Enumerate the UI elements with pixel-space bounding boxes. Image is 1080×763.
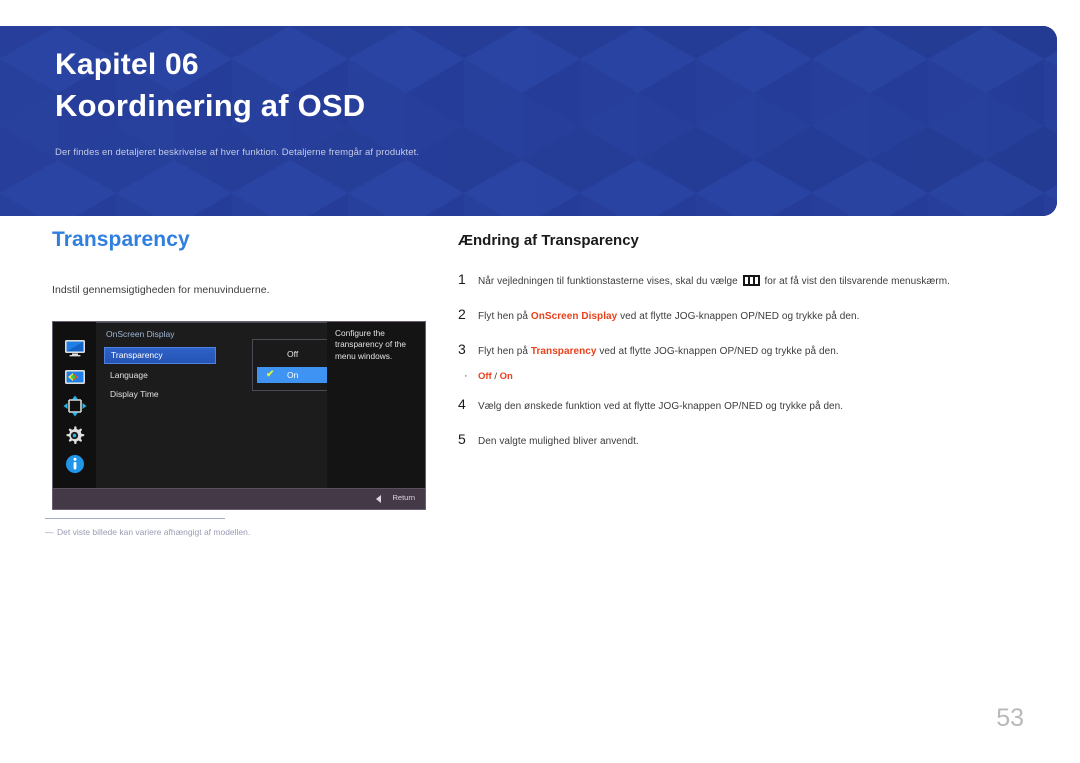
osd-menu-item-transparency[interactable]: Transparency	[104, 347, 216, 364]
option-separator: /	[491, 371, 500, 382]
checkmark-icon: ✔	[266, 369, 275, 380]
bullet-dot: ·	[464, 370, 468, 382]
step-text-post: for at få vist den tilsvarende menuskærm…	[764, 276, 950, 287]
step-text: Vælg den ønskede funktion ved at flytte …	[478, 401, 844, 412]
procedure-title: Ændring af Transparency	[458, 232, 639, 249]
function-key-icon	[742, 275, 760, 286]
footnote-divider	[45, 518, 225, 519]
osd-return-bar: Return	[53, 488, 425, 509]
step-text: Når vejledningen til funktionstasterne v…	[478, 274, 950, 289]
monitor-icon[interactable]	[63, 336, 87, 360]
osd-submenu-option-label: Off	[287, 349, 299, 359]
osd-submenu-option-label: On	[287, 370, 299, 380]
step-highlight-term: Transparency	[530, 346, 597, 357]
step-row: 4 Vælg den ønskede funktion ved at flytt…	[458, 396, 1028, 414]
return-arrow-icon	[376, 495, 381, 503]
section-title: Transparency	[52, 228, 190, 251]
step-text: Flyt hen på Transparency ved at flytte J…	[478, 344, 839, 359]
step-number: 5	[458, 431, 466, 447]
step-text: Flyt hen på OnScreen Display ved at flyt…	[478, 309, 859, 324]
step-text-post: ved at flytte JOG-knappen OP/NED og tryk…	[620, 311, 860, 322]
step-number: 3	[458, 341, 466, 357]
step-number: 2	[458, 306, 466, 322]
step-number: 4	[458, 396, 466, 412]
step-text-pre: Flyt hen på	[478, 346, 529, 357]
option-on: On	[499, 371, 513, 382]
info-icon[interactable]	[63, 452, 87, 476]
step-text-post: ved at flytte JOG-knappen OP/NED og tryk…	[599, 346, 839, 357]
footnote-text: ― Det viste billede kan variere afhængigt…	[45, 527, 385, 537]
options-bullet-row: · Off / On	[458, 370, 1028, 382]
step-highlight-term: OnScreen Display	[530, 311, 618, 322]
chapter-subtitle: Der findes en detaljeret beskrivelse af …	[55, 146, 420, 158]
osd-menu-item-label: Language	[110, 370, 148, 380]
right-column: Ændring af Transparency 1 Når vejledning…	[458, 232, 1028, 466]
chapter-title: Koordinering af OSD	[55, 88, 366, 124]
osd-menu-item-label: Display Time	[110, 389, 159, 399]
footnote-dash: ―	[45, 527, 54, 537]
step-row: 5 Den valgte mulighed bliver anvendt.	[458, 431, 1028, 449]
osd-menu-item-display-time[interactable]: Display Time	[104, 386, 216, 402]
step-row: 2 Flyt hen på OnScreen Display ved at fl…	[458, 306, 1028, 324]
section-description: Indstil gennemsigtigheden for menuvindue…	[52, 284, 270, 296]
step-row: 3 Flyt hen på Transparency ved at flytte…	[458, 341, 1028, 359]
banner-text-group: Kapitel 06 Koordinering af OSD Der finde…	[55, 46, 419, 158]
step-text-pre: Flyt hen på	[478, 311, 529, 322]
osd-menu-item-language[interactable]: Language	[104, 367, 216, 383]
bullet-options: Off / On	[478, 371, 513, 382]
picture-color-icon[interactable]	[63, 365, 87, 389]
chapter-banner: Kapitel 06 Koordinering af OSD Der finde…	[0, 26, 1057, 216]
chapter-label: Kapitel 06	[55, 48, 199, 81]
footnote-block: ― Det viste billede kan variere afhængigt…	[45, 518, 385, 537]
osd-icon-sidebar	[53, 322, 96, 489]
osd-menu-heading: OnScreen Display	[106, 329, 175, 339]
gear-icon[interactable]	[63, 423, 87, 447]
footnote-label: Det viste billede kan variere afhængigt …	[57, 527, 251, 537]
osd-menu-panel: OnScreen Display Transparency Language D…	[96, 322, 378, 489]
osd-help-panel: Configure the transparency of the menu w…	[327, 322, 425, 489]
osd-return-label[interactable]: Return	[392, 493, 415, 502]
step-text-pre: Når vejledningen til funktionstasterne v…	[478, 276, 738, 287]
left-column: Transparency Indstil gennemsigtigheden f…	[52, 228, 442, 296]
option-off: Off	[478, 371, 492, 382]
position-arrows-icon[interactable]	[63, 394, 87, 418]
step-text: Den valgte mulighed bliver anvendt.	[478, 436, 639, 447]
osd-menu-item-label: Transparency	[111, 350, 163, 360]
page-number: 53	[996, 704, 1024, 732]
osd-screenshot-mockup: OnScreen Display Transparency Language D…	[52, 321, 426, 510]
step-row: 1 Når vejledningen til funktionstasterne…	[458, 271, 1028, 289]
step-number: 1	[458, 271, 466, 287]
